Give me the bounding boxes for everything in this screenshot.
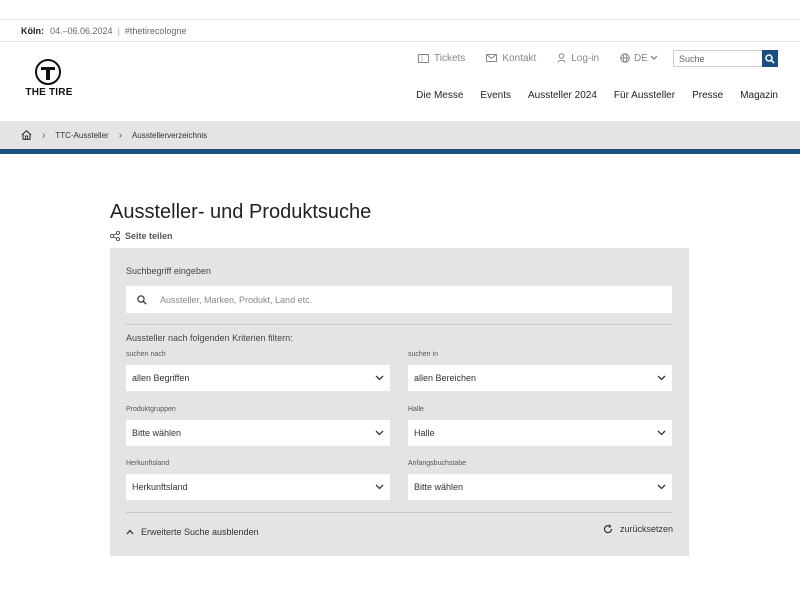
share-icon <box>110 231 120 241</box>
tickets-link[interactable]: Tickets <box>418 53 465 64</box>
chevron-down-icon <box>657 430 666 436</box>
chevron-down-icon <box>375 375 384 381</box>
filter-suchen-in: suchen in allen Bereichen <box>408 351 672 391</box>
filter-label: suchen nach <box>126 351 166 358</box>
logo-text: THE TIRE <box>25 87 73 98</box>
select-value: Halle <box>414 428 435 438</box>
filter-suchen-nach: suchen nach allen Begriffen <box>126 351 390 391</box>
mail-icon <box>486 54 498 62</box>
filter-produktgruppen: Produktgruppen Bitte wählen <box>126 406 390 446</box>
info-dates: 04.–06.06.2024 <box>50 26 113 36</box>
share-page-link[interactable]: Seite teilen <box>110 231 173 241</box>
user-icon <box>557 53 566 63</box>
header-search <box>673 50 778 67</box>
filter-label: Anfangsbuchstabe <box>408 460 466 467</box>
chevron-right-icon: › <box>42 129 46 141</box>
anfangsbuchstabe-select[interactable]: Bitte wählen <box>408 474 672 500</box>
main-nav: Die Messe Events Aussteller 2024 Für Aus… <box>399 90 778 101</box>
suchen-nach-select[interactable]: allen Begriffen <box>126 365 390 391</box>
login-label: Log-in <box>571 52 600 64</box>
halle-select[interactable]: Halle <box>408 420 672 446</box>
search-icon <box>126 294 158 305</box>
produktgruppen-select[interactable]: Bitte wählen <box>126 420 390 446</box>
select-value: Bitte wählen <box>132 428 182 438</box>
site-logo[interactable]: THE TIRE <box>21 58 81 102</box>
reset-label: zurücksetzen <box>619 524 673 534</box>
select-value: allen Bereichen <box>414 373 477 383</box>
exhibitor-search-input[interactable] <box>158 294 658 305</box>
toggle-label: Erweiterte Suche ausblenden <box>141 527 259 537</box>
filter-label: Halle <box>408 406 424 413</box>
info-bar: Köln: 04.–06.06.2024 | #thetirecologne <box>0 20 800 42</box>
login-link[interactable]: Log-in <box>557 53 599 64</box>
language-label: DE <box>634 52 648 64</box>
chevron-up-icon <box>126 529 134 535</box>
page-title: Aussteller- und Produktsuche <box>110 201 372 223</box>
filter-label: suchen in <box>408 351 438 358</box>
info-city: Köln: <box>21 26 44 36</box>
chevron-down-icon <box>375 430 384 436</box>
search-panel: Suchbegriff eingeben Aussteller nach fol… <box>110 248 689 556</box>
chevron-down-icon <box>650 55 658 60</box>
nav-events[interactable]: Events <box>480 90 511 101</box>
chevron-down-icon <box>657 484 666 490</box>
tickets-label: Tickets <box>434 52 466 64</box>
chevron-down-icon <box>657 375 666 381</box>
nav-presse[interactable]: Presse <box>692 90 723 101</box>
chevron-right-icon: › <box>118 129 123 141</box>
search-icon <box>765 53 775 64</box>
globe-icon <box>620 53 630 63</box>
breadcrumb-item-ttc-aussteller[interactable]: TTC-Aussteller <box>55 131 108 140</box>
top-strip <box>0 0 800 20</box>
filter-title: Aussteller nach folgenden Kriterien filt… <box>126 333 293 343</box>
filter-herkunftsland: Herkunftsland Herkunftsland <box>126 460 390 500</box>
panel-divider <box>126 324 672 325</box>
filter-label: Herkunftsland <box>126 460 170 467</box>
reset-icon <box>603 524 613 534</box>
filter-label: Produktgruppen <box>126 406 176 413</box>
filter-anfangsbuchstabe: Anfangsbuchstabe Bitte wählen <box>408 460 672 500</box>
info-hashtag[interactable]: #thetirecologne <box>125 26 187 36</box>
toggle-advanced-search[interactable]: Erweiterte Suche ausblenden <box>126 527 259 537</box>
nav-fuer-aussteller[interactable]: Für Aussteller <box>614 90 675 101</box>
chevron-down-icon <box>375 484 384 490</box>
header-search-button[interactable] <box>762 50 778 67</box>
utility-nav: Tickets Kontakt Log-in DE <box>418 51 662 65</box>
breadcrumb-item-ausstellerverzeichnis: Ausstellerverzeichnis <box>132 130 208 140</box>
suchen-in-select[interactable]: allen Bereichen <box>408 365 672 391</box>
brand-bar <box>0 149 800 154</box>
reset-button[interactable]: zurücksetzen <box>603 524 673 534</box>
select-value: Bitte wählen <box>414 482 464 492</box>
header-search-input[interactable] <box>673 50 762 67</box>
kontakt-link[interactable]: Kontakt <box>486 53 536 64</box>
language-selector[interactable]: DE <box>620 53 662 64</box>
nav-die-messe[interactable]: Die Messe <box>416 90 463 101</box>
herkunftsland-select[interactable]: Herkunftsland <box>126 474 390 500</box>
nav-aussteller-2024[interactable]: Aussteller 2024 <box>528 90 597 101</box>
panel-divider <box>126 512 672 513</box>
search-box <box>126 286 672 313</box>
select-value: Herkunftsland <box>132 482 188 492</box>
kontakt-label: Kontakt <box>502 52 537 64</box>
search-term-label: Suchbegriff eingeben <box>126 266 211 276</box>
tire-logo-icon <box>35 59 61 85</box>
ticket-icon <box>418 53 429 63</box>
select-value: allen Begriffen <box>132 373 190 383</box>
breadcrumb: › TTC-Aussteller › Ausstellerverzeichnis <box>0 121 800 149</box>
nav-magazin[interactable]: Magazin <box>740 90 778 101</box>
share-label: Seite teilen <box>125 231 173 241</box>
info-separator: | <box>117 26 120 36</box>
filter-halle: Halle Halle <box>408 406 672 446</box>
home-icon[interactable] <box>21 130 32 140</box>
